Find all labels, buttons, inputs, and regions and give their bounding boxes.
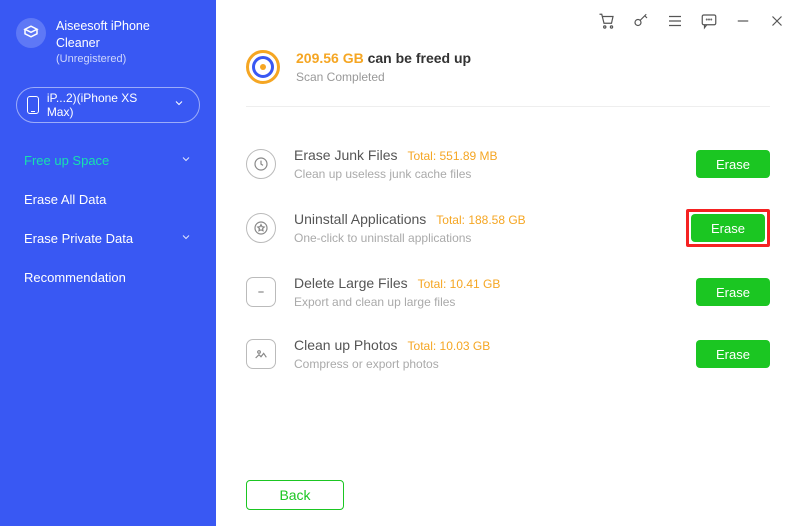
row-sub: One-click to uninstall applications	[294, 231, 668, 245]
row-title: Clean up Photos	[294, 337, 398, 353]
row-total: Total: 551.89 MB	[407, 149, 497, 163]
erase-button-photos[interactable]: Erase	[696, 340, 770, 368]
app-title-line2: Cleaner	[56, 35, 150, 52]
row-title: Erase Junk Files	[294, 147, 397, 163]
clock-icon	[246, 149, 276, 179]
row-uninstall-apps: Uninstall Applications Total: 188.58 GB O…	[246, 195, 770, 261]
row-total: Total: 188.58 GB	[436, 213, 525, 227]
nav-label: Erase All Data	[24, 192, 106, 207]
row-large-files: Delete Large Files Total: 10.41 GB Export…	[246, 261, 770, 323]
nav-recommendation[interactable]: Recommendation	[10, 258, 206, 297]
row-total: Total: 10.03 GB	[408, 339, 491, 353]
phone-icon	[27, 96, 39, 114]
back-button[interactable]: Back	[246, 480, 344, 510]
chevron-down-icon	[180, 153, 192, 168]
scan-summary: 209.56 GB can be freed up Scan Completed	[246, 50, 770, 107]
target-icon	[246, 50, 280, 84]
row-photos: Clean up Photos Total: 10.03 GB Compress …	[246, 323, 770, 385]
device-label: iP...2)(iPhone XS Max)	[47, 91, 165, 119]
summary-title: 209.56 GB can be freed up	[296, 50, 471, 66]
sidebar: Aiseesoft iPhone Cleaner (Unregistered) …	[0, 0, 216, 526]
document-minus-icon	[246, 277, 276, 307]
nav-erase-private-data[interactable]: Erase Private Data	[10, 219, 206, 258]
device-selector[interactable]: iP...2)(iPhone XS Max)	[16, 87, 200, 123]
row-total: Total: 10.41 GB	[418, 277, 501, 291]
row-title: Uninstall Applications	[294, 211, 426, 227]
summary-sub: Scan Completed	[296, 70, 471, 84]
nav: Free up Space Erase All Data Erase Priva…	[10, 141, 206, 297]
image-icon	[246, 339, 276, 369]
chevron-down-icon	[173, 97, 185, 112]
app-logo-icon	[16, 18, 46, 48]
row-title: Delete Large Files	[294, 275, 408, 291]
erase-button-large[interactable]: Erase	[696, 278, 770, 306]
star-circle-icon	[246, 213, 276, 243]
nav-label: Free up Space	[24, 153, 109, 168]
brand: Aiseesoft iPhone Cleaner (Unregistered)	[10, 16, 206, 81]
nav-free-up-space[interactable]: Free up Space	[10, 141, 206, 180]
erase-button-apps[interactable]: Erase	[691, 214, 765, 242]
nav-label: Recommendation	[24, 270, 126, 285]
row-sub: Export and clean up large files	[294, 295, 678, 309]
row-sub: Clean up useless junk cache files	[294, 167, 678, 181]
main-panel: 209.56 GB can be freed up Scan Completed…	[216, 0, 800, 526]
erase-button-junk[interactable]: Erase	[696, 150, 770, 178]
row-junk-files: Erase Junk Files Total: 551.89 MB Clean u…	[246, 133, 770, 195]
summary-size: 209.56 GB	[296, 50, 364, 66]
app-title-line1: Aiseesoft iPhone	[56, 18, 150, 35]
nav-label: Erase Private Data	[24, 231, 133, 246]
nav-erase-all-data[interactable]: Erase All Data	[10, 180, 206, 219]
summary-suffix: can be freed up	[368, 50, 471, 66]
row-sub: Compress or export photos	[294, 357, 678, 371]
registration-status: (Unregistered)	[56, 52, 150, 67]
highlighted-action: Erase	[686, 209, 770, 247]
chevron-down-icon	[180, 231, 192, 246]
